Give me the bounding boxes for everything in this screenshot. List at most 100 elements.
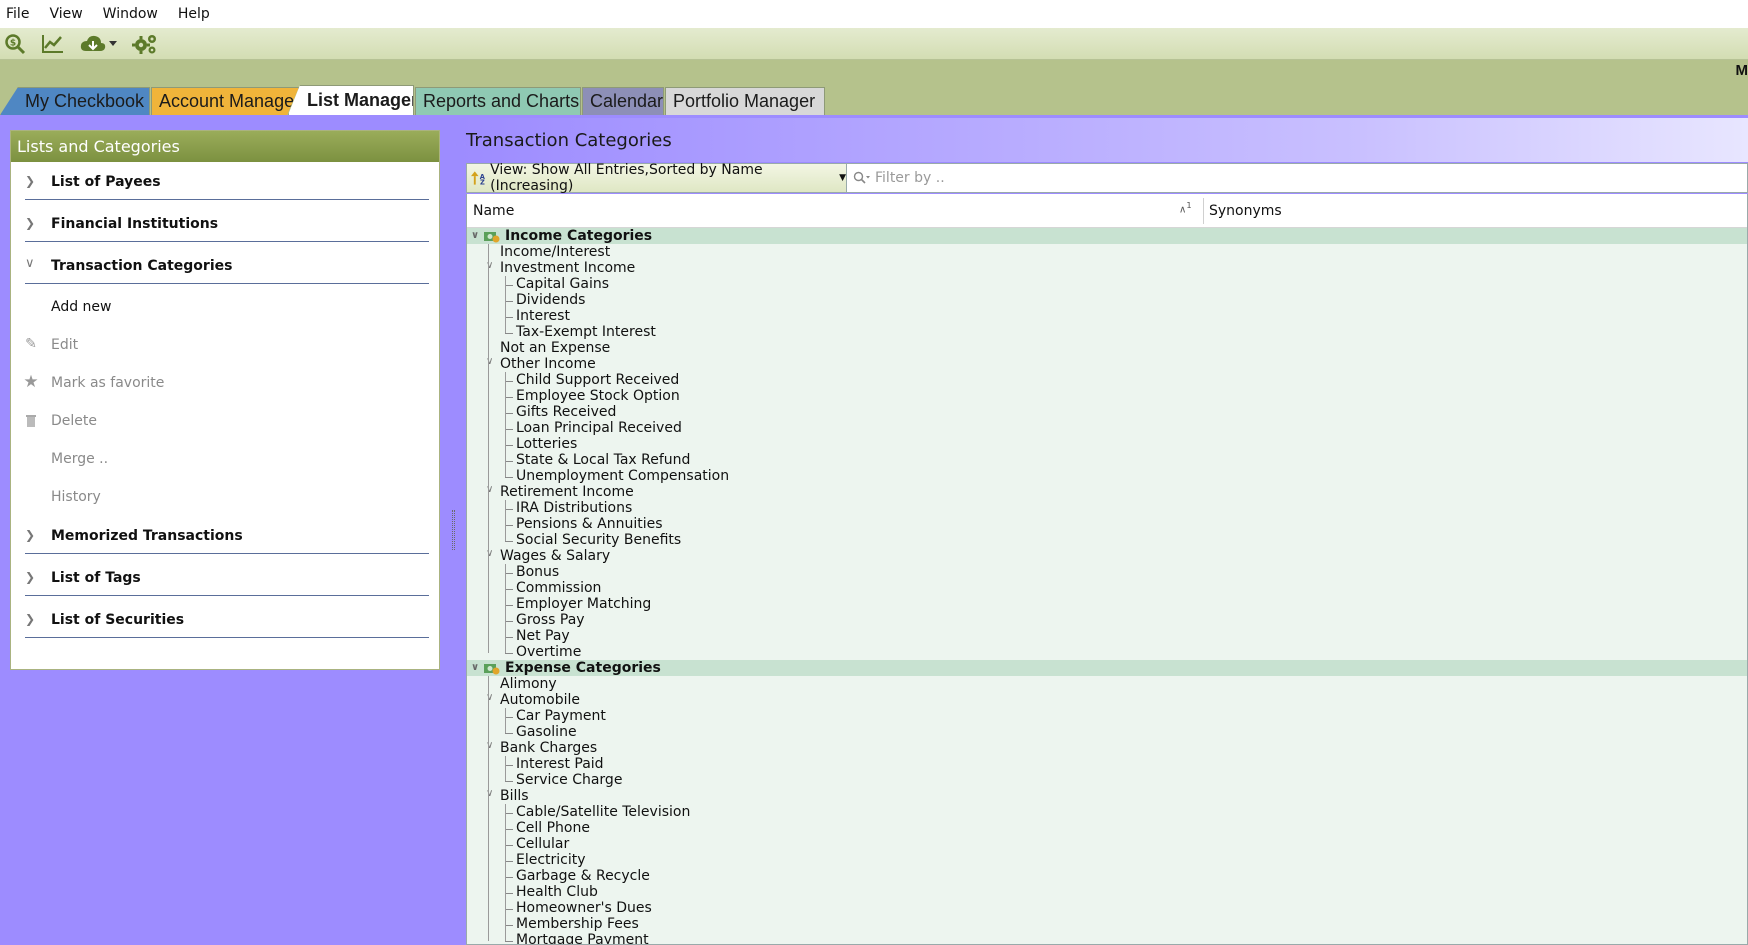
section-list-of-tags[interactable]: ❯ List of Tags: [21, 558, 429, 600]
category-row[interactable]: Income/Interest: [467, 244, 1747, 260]
category-row[interactable]: ∨ Bank Charges: [467, 740, 1747, 756]
column-synonyms[interactable]: Synonyms: [1209, 203, 1282, 219]
category-row[interactable]: Dividends: [467, 292, 1747, 308]
menu-window[interactable]: Window: [97, 6, 168, 22]
category-row[interactable]: Service Charge: [467, 772, 1747, 788]
view-dropdown[interactable]: AZ View: Show All Entries,Sorted by Name…: [467, 162, 847, 194]
menu-help[interactable]: Help: [172, 6, 220, 22]
category-row[interactable]: Interest: [467, 308, 1747, 324]
divider: [25, 637, 429, 638]
category-row[interactable]: Commission: [467, 580, 1747, 596]
delete-action[interactable]: Delete: [21, 402, 429, 440]
tab-list-manager[interactable]: List Manager: [288, 85, 414, 115]
category-group-icon: [484, 664, 500, 675]
category-row[interactable]: Alimony: [467, 676, 1747, 692]
category-row[interactable]: Social Security Benefits: [467, 532, 1747, 548]
divider: [25, 199, 429, 200]
tree-connector: [505, 501, 513, 510]
panel-splitter[interactable]: [452, 510, 455, 550]
section-transaction-categories[interactable]: ∨ Transaction Categories: [21, 246, 429, 288]
tree-guide-line: [505, 708, 506, 733]
action-label: Delete: [51, 413, 97, 429]
category-row[interactable]: Electricity: [467, 852, 1747, 868]
category-row[interactable]: Gifts Received: [467, 404, 1747, 420]
category-label: Retirement Income: [500, 484, 634, 500]
category-row[interactable]: Net Pay: [467, 628, 1747, 644]
category-row[interactable]: ∨ Bills: [467, 788, 1747, 804]
category-row[interactable]: IRA Distributions: [467, 500, 1747, 516]
tree-connector: [505, 869, 513, 878]
category-row[interactable]: Garbage & Recycle: [467, 868, 1747, 884]
tree-connector: [505, 581, 513, 590]
category-row[interactable]: Not an Expense: [467, 340, 1747, 356]
category-group-row[interactable]: ∨ Income Categories: [467, 228, 1747, 244]
category-row[interactable]: Cable/Satellite Television: [467, 804, 1747, 820]
column-name[interactable]: Name: [473, 203, 514, 219]
category-row[interactable]: Homeowner's Dues: [467, 900, 1747, 916]
category-row[interactable]: ∨ Other Income: [467, 356, 1747, 372]
section-list-of-payees[interactable]: ❯ List of Payees: [21, 162, 429, 204]
mark-favorite-action[interactable]: ★ Mark as favorite: [21, 364, 429, 402]
category-row[interactable]: ∨ Retirement Income: [467, 484, 1747, 500]
view-bar: AZ View: Show All Entries,Sorted by Name…: [466, 162, 1748, 194]
tab-portfolio-manager[interactable]: Portfolio Manager: [665, 87, 825, 115]
category-row[interactable]: Employer Matching: [467, 596, 1747, 612]
category-label: Tax-Exempt Interest: [516, 324, 656, 340]
category-row[interactable]: ∨ Wages & Salary: [467, 548, 1747, 564]
collapse-icon[interactable]: ∨: [471, 660, 479, 676]
edit-action[interactable]: ✎ Edit: [21, 326, 429, 364]
category-row[interactable]: Child Support Received: [467, 372, 1747, 388]
category-group-row[interactable]: ∨ Expense Categories: [467, 660, 1747, 676]
category-label: Gross Pay: [516, 612, 585, 628]
tree-connector: [505, 837, 513, 846]
category-row[interactable]: Capital Gains: [467, 276, 1747, 292]
category-row[interactable]: Pensions & Annuities: [467, 516, 1747, 532]
filter-input[interactable]: Filter by ..: [847, 164, 1747, 192]
tree-connector: [505, 453, 513, 462]
category-row[interactable]: Gross Pay: [467, 612, 1747, 628]
history-action[interactable]: History: [21, 478, 429, 516]
category-row[interactable]: Interest Paid: [467, 756, 1747, 772]
chevron-down-icon[interactable]: [108, 40, 118, 47]
category-row[interactable]: ∨ Investment Income: [467, 260, 1747, 276]
category-row[interactable]: Tax-Exempt Interest: [467, 324, 1747, 340]
section-financial-institutions[interactable]: ❯ Financial Institutions: [21, 204, 429, 246]
category-row[interactable]: State & Local Tax Refund: [467, 452, 1747, 468]
category-row[interactable]: Loan Principal Received: [467, 420, 1747, 436]
category-label: Interest: [516, 308, 570, 324]
search-zoom-icon[interactable]: $: [0, 30, 30, 58]
category-row[interactable]: Bonus: [467, 564, 1747, 580]
category-row[interactable]: Health Club: [467, 884, 1747, 900]
category-row[interactable]: Employee Stock Option: [467, 388, 1747, 404]
category-row[interactable]: ∨ Automobile: [467, 692, 1747, 708]
add-new-action[interactable]: Add new: [21, 288, 429, 326]
category-label: Unemployment Compensation: [516, 468, 730, 484]
category-row[interactable]: Cellular: [467, 836, 1747, 852]
menu-view[interactable]: View: [43, 6, 92, 22]
tab-calendar[interactable]: Calendar: [582, 87, 664, 115]
line-chart-icon[interactable]: [38, 30, 68, 58]
tab-reports-and-charts[interactable]: Reports and Charts: [415, 87, 581, 115]
category-row[interactable]: Mortgage Payment: [467, 932, 1747, 944]
menu-file[interactable]: File: [0, 6, 39, 22]
tab-account-manager[interactable]: Account Manager: [151, 87, 299, 115]
cloud-download-icon[interactable]: [78, 30, 108, 58]
section-list-of-securities[interactable]: ❯ List of Securities: [21, 600, 429, 642]
category-label: Investment Income: [500, 260, 636, 276]
category-row[interactable]: Membership Fees: [467, 916, 1747, 932]
category-row[interactable]: Unemployment Compensation: [467, 468, 1747, 484]
view-label: View: Show All Entries,Sorted by Name (I…: [490, 162, 763, 194]
category-row[interactable]: Car Payment: [467, 708, 1747, 724]
tab-my-checkbook[interactable]: My Checkbook: [0, 87, 150, 115]
action-label: Mark as favorite: [51, 375, 165, 391]
merge-action[interactable]: Merge ..: [21, 440, 429, 478]
settings-gears-icon[interactable]: [130, 30, 160, 58]
category-row[interactable]: Cell Phone: [467, 820, 1747, 836]
category-row[interactable]: Lotteries: [467, 436, 1747, 452]
category-row[interactable]: Gasoline: [467, 724, 1747, 740]
category-label: Cell Phone: [516, 820, 590, 836]
section-memorized-transactions[interactable]: ❯ Memorized Transactions: [21, 516, 429, 558]
category-row[interactable]: Overtime: [467, 644, 1747, 660]
column-separator[interactable]: [1203, 198, 1204, 224]
collapse-icon[interactable]: ∨: [471, 228, 479, 244]
